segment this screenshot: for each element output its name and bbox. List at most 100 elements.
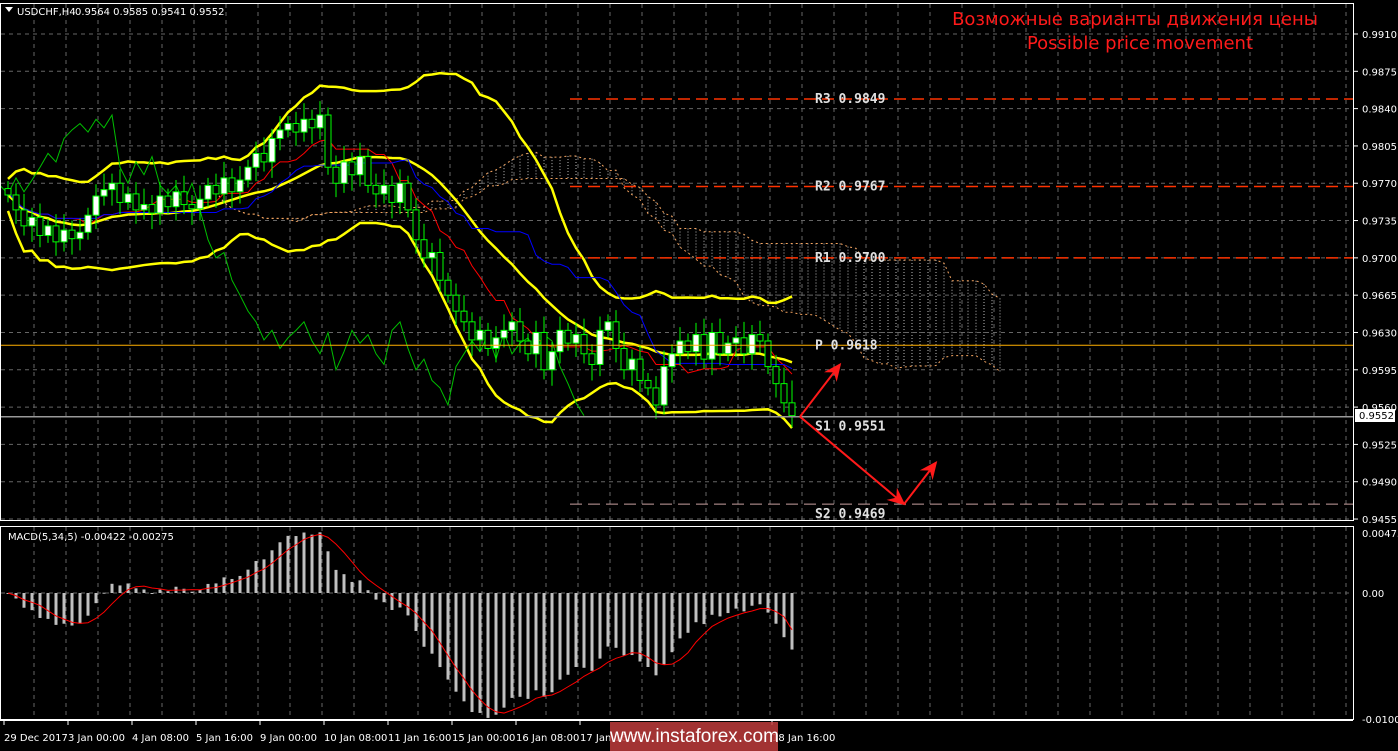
macd-histogram-bar: [774, 593, 778, 624]
macd-histogram-bar: [350, 581, 354, 593]
macd-tick-label: 0.00: [1362, 589, 1384, 600]
candle-body: [740, 337, 748, 355]
macd-histogram-bar: [78, 593, 82, 624]
macd-histogram-bar: [342, 574, 346, 593]
candle-body: [284, 123, 292, 131]
candle-body: [628, 358, 636, 371]
y-tick-label: 0.9805: [1362, 142, 1397, 153]
macd-histogram-bar: [134, 588, 138, 593]
y-tick-label: 0.9700: [1362, 254, 1397, 265]
candle-body: [620, 347, 628, 371]
y-tick-label: 0.9840: [1362, 105, 1397, 116]
macd-histogram-bar: [486, 593, 490, 718]
candle-body: [668, 353, 676, 368]
macd-histogram-bar: [166, 591, 170, 593]
ohlc-label: 0.9564 0.9585 0.9541 0.9552: [75, 7, 225, 18]
candle-body: [412, 209, 420, 241]
macd-label: MACD(5,34,5) -0.00422 -0.00275: [8, 532, 174, 543]
candle-body: [4, 188, 12, 196]
candle-body: [12, 194, 20, 211]
candle-body: [356, 156, 364, 176]
macd-histogram-bar: [790, 593, 794, 650]
macd-histogram-bar: [534, 593, 538, 691]
macd-histogram-bar: [622, 593, 626, 656]
candle-body: [140, 204, 148, 211]
candle-body: [188, 204, 196, 210]
chart-menu-triangle-icon[interactable]: [5, 7, 13, 12]
candle-body: [76, 231, 84, 240]
candle-body: [444, 279, 452, 296]
y-tick-label: 0.9735: [1362, 217, 1397, 228]
candle-body: [460, 310, 468, 323]
macd-histogram-bar: [438, 593, 442, 668]
candle-body: [660, 366, 668, 406]
candle-body: [300, 118, 308, 133]
macd-histogram-bar: [366, 590, 370, 593]
level-label-r3: R3 0.9849: [815, 92, 885, 107]
macd-histogram-bar: [678, 593, 682, 639]
macd-histogram-bar: [190, 591, 194, 593]
chikou-span-line: [0, 113, 585, 416]
candle-body: [516, 321, 524, 342]
macd-histogram-bar: [574, 593, 578, 667]
candle-body: [772, 366, 780, 385]
macd-histogram-bar: [238, 575, 242, 593]
candle-body: [676, 340, 684, 355]
macd-histogram-bar: [502, 593, 506, 708]
candle-body: [452, 294, 460, 312]
macd-histogram-bar: [270, 550, 274, 593]
x-tick-label: 16 Jan 08:00: [516, 733, 579, 744]
candle-body: [396, 182, 404, 203]
macd-histogram-bar: [326, 551, 330, 593]
candle-body: [380, 184, 388, 195]
y-tick-label: 0.9455: [1362, 515, 1397, 526]
macd-histogram-bar: [542, 593, 546, 697]
candle-body: [732, 337, 740, 344]
candle-body: [324, 114, 332, 168]
candle-body: [156, 195, 164, 214]
macd-histogram-bar: [526, 593, 530, 699]
macd-histogram-bar: [182, 588, 186, 593]
x-tick-label: 4 Jan 08:00: [132, 733, 189, 744]
macd-histogram-bar: [374, 593, 378, 600]
macd-histogram-bar: [334, 569, 338, 593]
candle-body: [756, 334, 764, 342]
macd-histogram-bar: [126, 583, 130, 593]
candle-body: [540, 331, 548, 371]
main-panel-frame: [0, 3, 1354, 521]
macd-histogram-bar: [46, 593, 50, 619]
candle-body: [124, 193, 132, 203]
candle-body: [108, 182, 116, 191]
macd-histogram-bar: [382, 593, 386, 603]
macd-histogram-bar: [318, 532, 322, 593]
axes: 0.9910 0.9875 0.9840 0.9805 0.9770 0.9735 0.97…: [0, 30, 1398, 744]
candle-body: [84, 214, 92, 233]
candle-body: [348, 161, 356, 176]
x-tick-label: 3 Jan 00:00: [68, 733, 125, 744]
candle-body: [164, 195, 172, 208]
candle-body: [508, 321, 516, 331]
macd-histogram-bar: [398, 593, 402, 608]
macd-histogram-bar: [590, 593, 594, 671]
level-label-s1: S1 0.9551: [815, 420, 886, 435]
candle-body: [28, 216, 36, 227]
current-price-label: 0.9552: [1359, 411, 1394, 422]
macd-histogram-bar: [518, 593, 522, 697]
candle-body: [476, 329, 484, 341]
candle-body: [148, 204, 156, 214]
candle-body: [44, 225, 52, 236]
price-chart[interactable]: R3 0.9849 R2 0.9767 R1 0.9700 P 0.9618 S1 0.…: [0, 0, 1398, 751]
candle-body: [500, 329, 508, 339]
candle-body: [468, 321, 476, 341]
candle-body: [276, 129, 284, 139]
y-tick-label: 0.9525: [1362, 440, 1397, 451]
macd-histogram-bar: [422, 593, 426, 647]
candle-body: [268, 137, 276, 163]
macd-histogram-bar: [446, 593, 450, 680]
candle-body: [532, 331, 540, 355]
macd-histogram-bar: [686, 593, 690, 633]
candle-body: [564, 329, 572, 344]
macd-histogram-bar: [598, 593, 602, 659]
level-label-r1: R1 0.9700: [815, 251, 886, 266]
macd-histogram-bar: [198, 590, 202, 593]
